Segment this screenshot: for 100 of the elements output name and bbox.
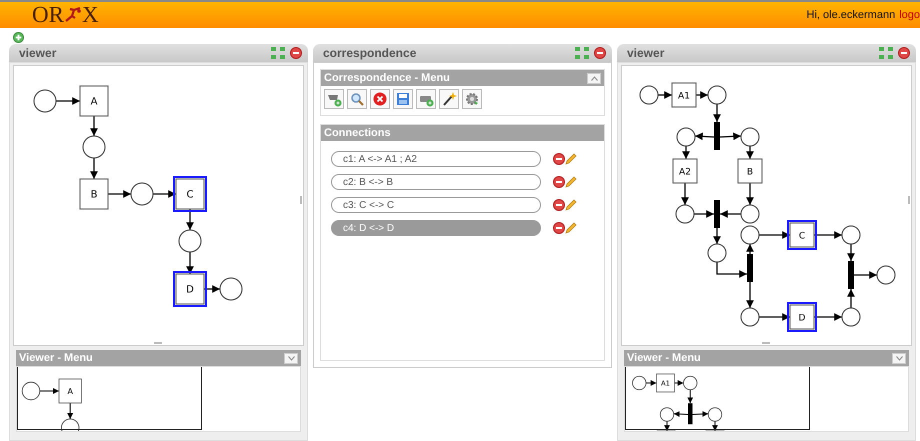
place-node — [876, 266, 896, 284]
arrow — [681, 183, 689, 205]
place-node — [708, 244, 726, 262]
arrow — [746, 282, 754, 308]
arrow — [56, 97, 80, 105]
arrow — [108, 190, 131, 198]
settings-button[interactable] — [462, 89, 482, 109]
add-icon[interactable] — [13, 32, 24, 43]
arrow — [40, 388, 59, 394]
arrow — [712, 420, 718, 431]
bar-node — [747, 254, 753, 282]
pencil-icon[interactable] — [565, 176, 577, 188]
greeting-text: Hi, ole.eckermann — [806, 9, 896, 21]
close-icon[interactable] — [594, 47, 606, 59]
expand-button[interactable] — [284, 352, 298, 364]
place-node — [34, 90, 56, 112]
arrow — [67, 403, 74, 419]
chevron-down-icon — [288, 356, 294, 360]
transition-box: C — [787, 220, 817, 250]
expand-button[interactable] — [892, 352, 906, 364]
transition-box: A — [58, 378, 82, 404]
pencil-icon[interactable] — [565, 222, 577, 234]
arrow — [759, 313, 790, 321]
transition-box: A2 — [672, 158, 698, 184]
remove-icon[interactable] — [553, 153, 565, 165]
arrow — [814, 313, 842, 321]
pencil-icon[interactable] — [565, 153, 577, 165]
connection-item[interactable]: c3: C <-> C — [331, 197, 541, 213]
panel-title: viewer — [19, 46, 58, 60]
panel-title: viewer — [627, 46, 666, 60]
wand-button[interactable] — [439, 89, 459, 109]
place-node — [676, 128, 696, 146]
arrow — [674, 380, 684, 386]
place-node — [708, 86, 726, 104]
place-node — [178, 230, 202, 252]
gear-icon — [464, 91, 480, 107]
place-node — [130, 182, 154, 206]
arrow — [759, 231, 790, 239]
place-node — [740, 128, 760, 146]
viewport-frame[interactable] — [625, 367, 810, 430]
arrow — [186, 252, 194, 274]
arrow — [692, 411, 709, 417]
arrow — [746, 244, 754, 254]
arrow — [673, 411, 688, 417]
place-node — [220, 278, 242, 300]
chevron-down-icon — [896, 356, 902, 360]
add-button[interactable] — [324, 89, 344, 109]
connection-item[interactable]: c2: B <-> B — [331, 174, 541, 190]
place-node — [740, 226, 760, 244]
transition-box: A1 — [672, 82, 696, 108]
transition-box: B — [738, 158, 762, 184]
magic-wand-icon — [441, 91, 457, 107]
arrow — [186, 209, 194, 230]
bar-node — [714, 122, 720, 150]
arrow — [90, 116, 98, 136]
remove-icon[interactable] — [553, 222, 565, 234]
arrow — [694, 210, 714, 218]
arrow — [720, 132, 742, 140]
arrow — [204, 285, 220, 293]
arrow — [847, 289, 855, 308]
arrow — [658, 91, 672, 99]
connection-item[interactable]: c1: A <-> A1 ; A2 — [331, 151, 541, 167]
arrow — [153, 190, 176, 198]
remove-icon[interactable] — [553, 199, 565, 211]
delete-button[interactable] — [370, 89, 390, 109]
pencil-icon[interactable] — [565, 199, 577, 211]
arrow — [720, 210, 741, 218]
place-node — [632, 376, 646, 390]
arrow — [746, 183, 754, 205]
place-node — [660, 407, 674, 422]
place-node — [708, 407, 722, 422]
arrow — [687, 389, 694, 404]
arrow — [814, 231, 842, 239]
close-icon[interactable] — [898, 47, 910, 59]
search-button[interactable] — [347, 89, 367, 109]
arrow — [664, 420, 670, 431]
arrow — [694, 132, 714, 140]
transition-box: A — [80, 86, 108, 116]
logo-text: OR — [32, 2, 64, 28]
transition-box: B — [80, 178, 108, 210]
save-button[interactable] — [393, 89, 413, 109]
place-node — [676, 204, 694, 224]
place-node — [22, 382, 40, 400]
place-node — [842, 226, 860, 244]
arrow — [713, 104, 721, 122]
viewport-frame[interactable] — [17, 367, 202, 430]
collapse-button[interactable] — [587, 72, 601, 84]
leaping-figure-icon — [64, 6, 82, 24]
arrow — [716, 262, 747, 278]
place-node — [683, 376, 698, 390]
transition-box: D — [787, 302, 817, 332]
place-node — [82, 136, 106, 158]
arrow — [847, 244, 855, 261]
arrow — [854, 271, 877, 279]
bar-node — [848, 261, 854, 289]
transition-box: D — [173, 271, 207, 307]
arrow — [682, 146, 690, 159]
menu-title: Correspondence - Menu — [324, 72, 451, 84]
close-icon[interactable] — [290, 47, 302, 59]
remove-icon[interactable] — [553, 176, 565, 188]
